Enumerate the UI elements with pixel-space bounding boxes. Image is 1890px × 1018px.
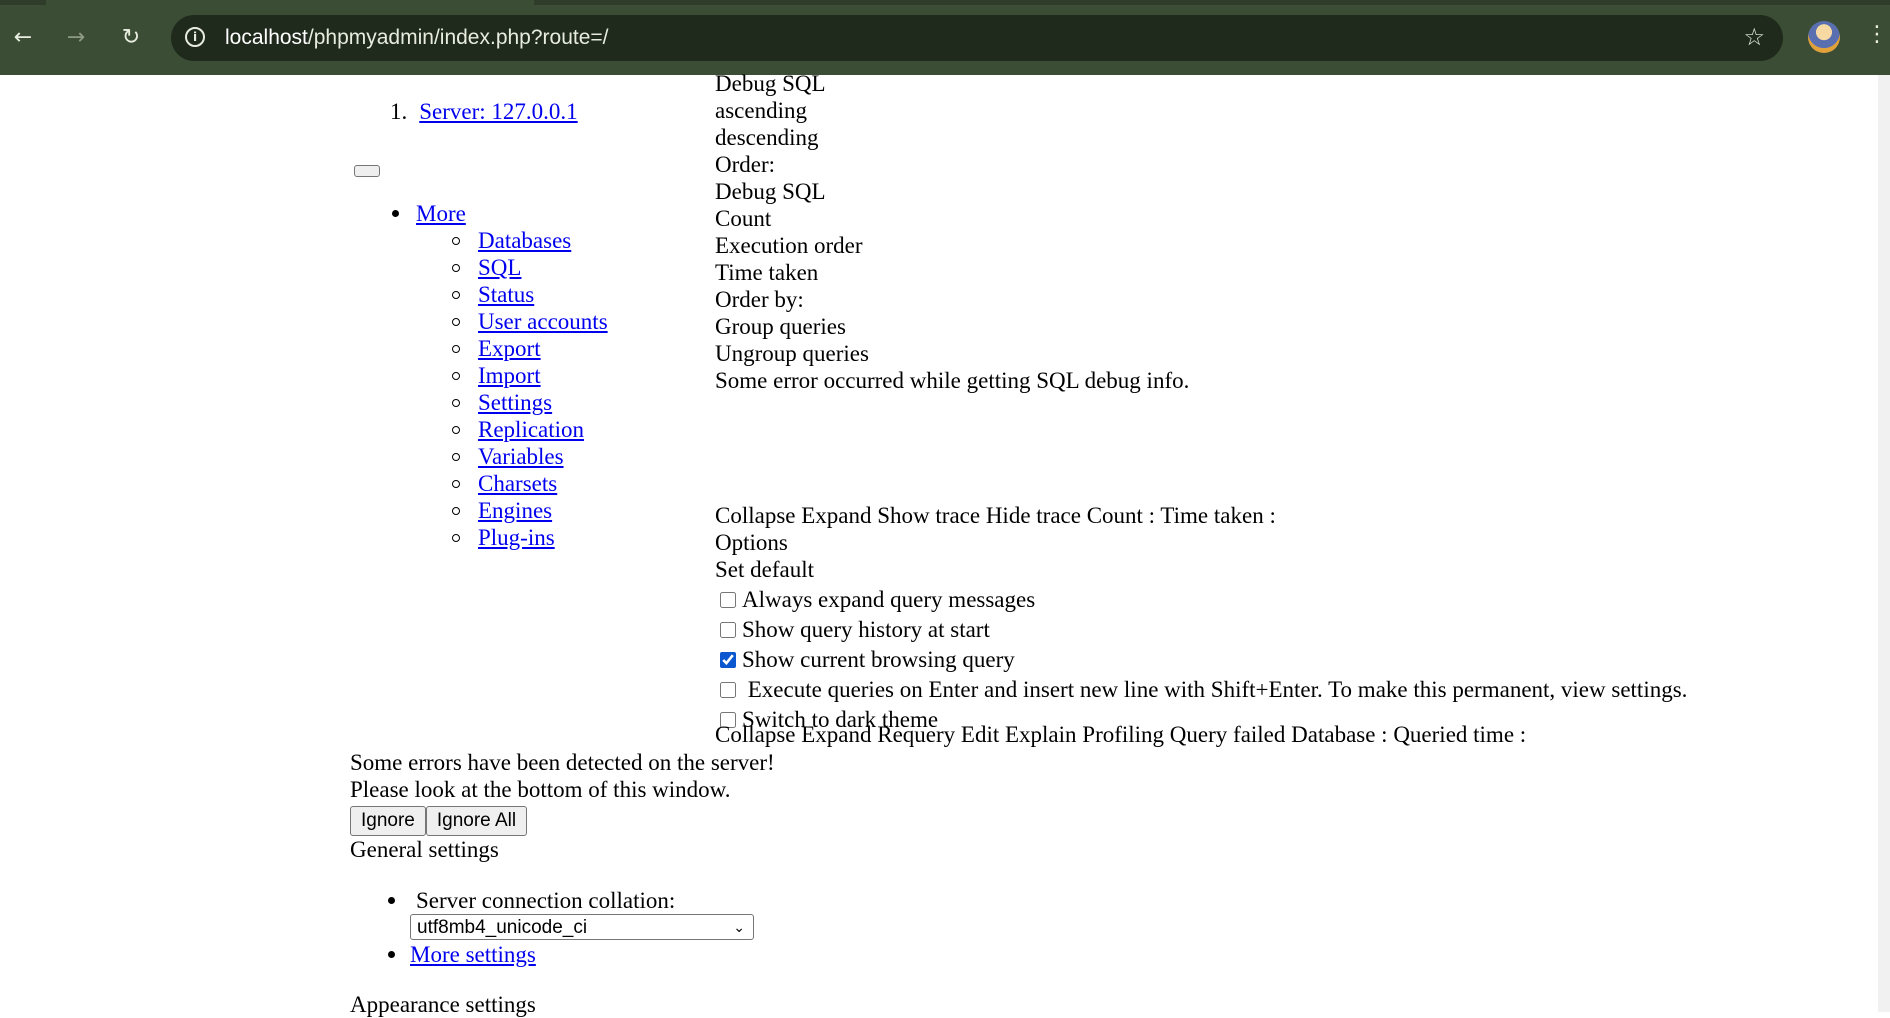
reload-icon[interactable]: ↻	[116, 22, 146, 52]
browser-toolbar: ← → ↻ i localhost/phpmyadmin/index.php?r…	[0, 0, 1890, 75]
menu-item-databases: Databases	[452, 227, 608, 254]
option-current-query: Show current browsing query	[720, 646, 1015, 673]
bookmark-star-icon[interactable]: ☆	[1743, 23, 1765, 51]
chevron-down-icon: ⌄	[733, 920, 745, 936]
error-message-2: Please look at the bottom of this window…	[350, 777, 731, 802]
set-default-link[interactable]: Set default	[715, 556, 814, 583]
collation-label: Server connection collation:	[416, 888, 676, 913]
order-descending[interactable]: descending	[715, 124, 1189, 151]
settings-link[interactable]: Settings	[478, 390, 552, 415]
query-toolbar[interactable]: Collapse Expand Requery Edit Explain Pro…	[715, 721, 1526, 748]
history-at-start-label: Show query history at start	[742, 617, 990, 642]
browser-menu-icon[interactable]: ⋮	[1866, 22, 1888, 47]
expand-messages-label: Always expand query messages	[742, 587, 1036, 612]
order-label: Order:	[715, 152, 776, 177]
group-queries[interactable]: Group queries	[715, 313, 1189, 340]
order-ascending[interactable]: ascending	[715, 97, 1189, 124]
engines-link[interactable]: Engines	[478, 498, 552, 523]
databases-link[interactable]: Databases	[478, 228, 571, 253]
menu-item-settings: Settings	[452, 389, 608, 416]
sql-link[interactable]: SQL	[478, 255, 521, 280]
debug-title: Debug SQL	[715, 71, 826, 96]
menu-bullet	[392, 210, 399, 217]
plugins-link[interactable]: Plug-ins	[478, 525, 555, 550]
menu-item-status: Status	[452, 281, 608, 308]
user-accounts-link[interactable]: User accounts	[478, 309, 608, 334]
collation-select[interactable]: utf8mb4_unicode_ci ⌄	[410, 914, 754, 940]
breadcrumb: 1. Server: 127.0.0.1	[390, 98, 578, 125]
order-by-time[interactable]: Time taken	[715, 259, 1189, 286]
option-expand-messages: Always expand query messages	[720, 586, 1035, 613]
status-link[interactable]: Status	[478, 282, 534, 307]
site-info-icon[interactable]: i	[185, 27, 205, 47]
menu-item-export: Export	[452, 335, 608, 362]
order-by-count[interactable]: Count	[715, 205, 1189, 232]
order-by-execution[interactable]: Execution order	[715, 232, 1189, 259]
order-by-label: Order by:	[715, 287, 804, 312]
more-settings-link[interactable]: More settings	[410, 941, 536, 968]
current-query-label: Show current browsing query	[742, 647, 1015, 672]
error-notice: Some errors have been detected on the se…	[350, 749, 775, 836]
menu-item-plugins: Plug-ins	[452, 524, 608, 551]
ignore-all-button[interactable]: Ignore All	[425, 806, 528, 836]
menu-item-variables: Variables	[452, 443, 608, 470]
url-text[interactable]: localhost/phpmyadmin/index.php?route=/	[225, 26, 609, 50]
debug-sql-panel: Debug SQL ascending descending Order: De…	[715, 70, 1189, 394]
error-buttons: Ignore Ignore All	[350, 805, 775, 836]
history-at-start-checkbox[interactable]	[720, 622, 736, 638]
back-icon[interactable]: ←	[8, 22, 38, 52]
variables-link[interactable]: Variables	[478, 444, 564, 469]
general-settings-title: General settings	[350, 837, 499, 862]
charsets-link[interactable]: Charsets	[478, 471, 557, 496]
list-bullet	[388, 951, 395, 958]
breadcrumb-number: 1.	[390, 99, 408, 124]
option-enter-execute: Execute queries on Enter and insert new …	[720, 676, 1687, 703]
appearance-settings-title: Appearance settings	[350, 992, 536, 1017]
ignore-button[interactable]: Ignore	[350, 806, 426, 836]
page-content: 1. Server: 127.0.0.1 More Databases SQL S…	[0, 71, 1890, 1017]
current-query-checkbox[interactable]	[720, 652, 736, 668]
menu-item-engines: Engines	[452, 497, 608, 524]
more-submenu: Databases SQL Status User accounts Expor…	[452, 227, 608, 551]
import-link[interactable]: Import	[478, 363, 541, 388]
menu-item-replication: Replication	[452, 416, 608, 443]
debug-subtitle: Debug SQL	[715, 179, 826, 204]
menu-item-sql: SQL	[452, 254, 608, 281]
error-message-1: Some errors have been detected on the se…	[350, 750, 775, 775]
ungroup-queries[interactable]: Ungroup queries	[715, 340, 1189, 367]
replication-link[interactable]: Replication	[478, 417, 584, 442]
enter-execute-checkbox[interactable]	[720, 682, 736, 698]
more-menu-link[interactable]: More	[416, 200, 466, 227]
collation-value: utf8mb4_unicode_ci	[417, 917, 588, 938]
active-tab[interactable]	[46, 0, 534, 5]
options-title: Options	[715, 530, 788, 555]
navigation-collapse-button[interactable]	[354, 165, 380, 177]
debug-toolbar[interactable]: Collapse Expand Show trace Hide trace Co…	[715, 502, 1276, 529]
server-link[interactable]: Server: 127.0.0.1	[419, 99, 577, 124]
profile-avatar[interactable]	[1808, 21, 1840, 53]
forward-icon[interactable]: →	[61, 22, 91, 52]
debug-error-message: Some error occurred while getting SQL de…	[715, 368, 1190, 393]
list-bullet	[388, 897, 395, 904]
page-scrollbar[interactable]	[1878, 75, 1890, 1012]
enter-execute-label: Execute queries on Enter and insert new …	[742, 677, 1688, 702]
menu-item-user-accounts: User accounts	[452, 308, 608, 335]
url-host: localhost	[225, 26, 308, 49]
menu-item-import: Import	[452, 362, 608, 389]
option-history-at-start: Show query history at start	[720, 616, 990, 643]
menu-item-charsets: Charsets	[452, 470, 608, 497]
expand-messages-checkbox[interactable]	[720, 592, 736, 608]
url-path: /phpmyadmin/index.php?route=/	[307, 26, 609, 49]
address-bar[interactable]: i localhost/phpmyadmin/index.php?route=/…	[171, 15, 1783, 61]
export-link[interactable]: Export	[478, 336, 541, 361]
